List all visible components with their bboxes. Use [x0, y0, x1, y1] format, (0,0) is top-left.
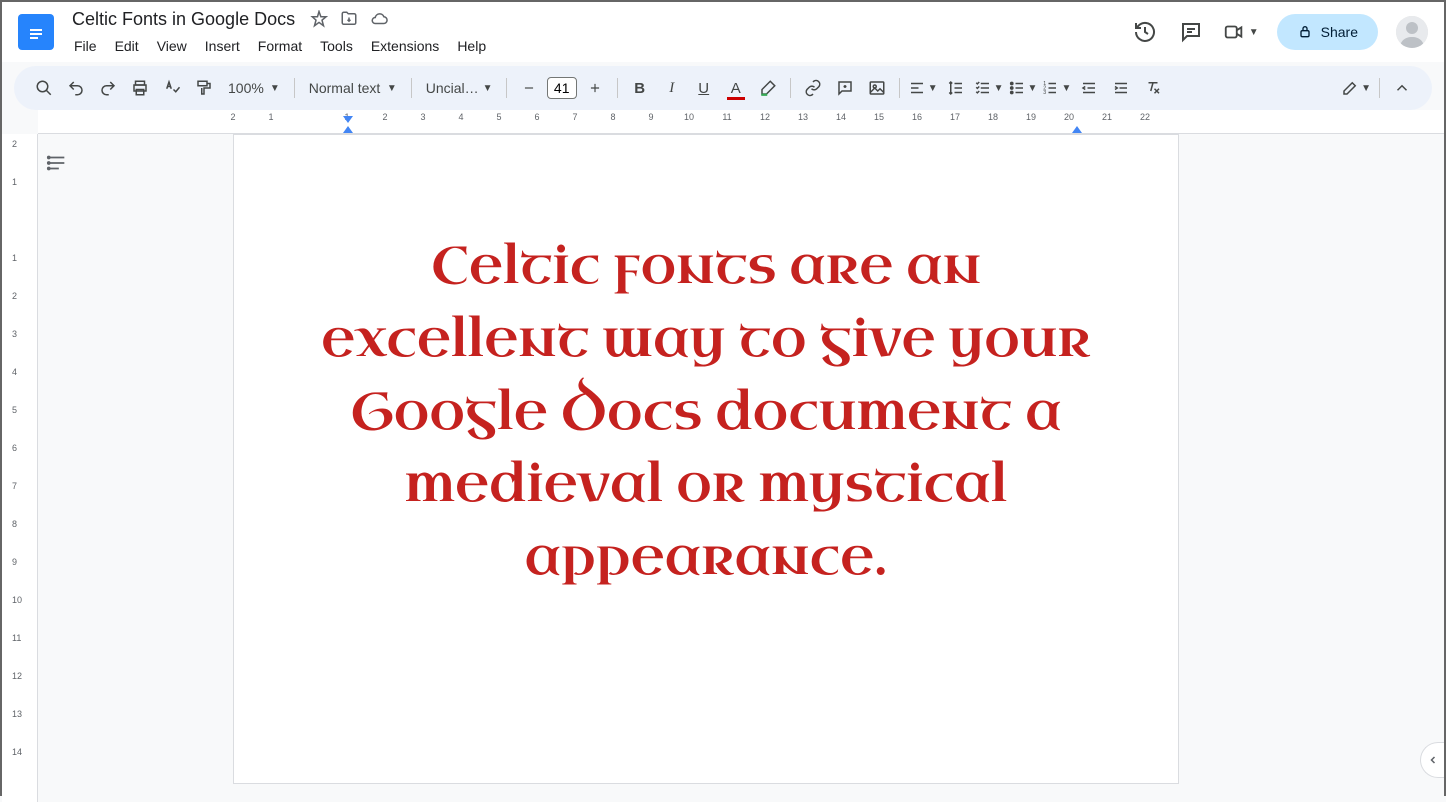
text-color-swatch [727, 97, 745, 100]
zoom-value: 100% [228, 80, 264, 96]
paint-format-icon[interactable] [190, 74, 218, 102]
bold-icon[interactable]: B [626, 74, 654, 102]
title-row: Celtic Fonts in Google Docs [66, 7, 1131, 32]
menu-tools[interactable]: Tools [312, 34, 361, 58]
chevron-down-icon: ▼ [270, 83, 280, 94]
menu-help[interactable]: Help [449, 34, 494, 58]
docs-logo-icon[interactable] [18, 14, 54, 50]
chevron-down-icon: ▼ [1061, 83, 1071, 94]
decrease-font-size-button[interactable] [515, 74, 543, 102]
separator [899, 78, 900, 98]
style-dropdown[interactable]: Normal text ▼ [303, 76, 403, 100]
cloud-status-icon[interactable] [369, 9, 389, 29]
move-icon[interactable] [339, 9, 359, 29]
undo-icon[interactable] [62, 74, 90, 102]
menu-view[interactable]: View [149, 34, 195, 58]
history-icon[interactable] [1131, 18, 1159, 46]
redo-icon[interactable] [94, 74, 122, 102]
bulleted-list-icon[interactable]: ▼ [1008, 74, 1038, 102]
separator [411, 78, 412, 98]
title-area: Celtic Fonts in Google Docs File Edit Vi… [66, 7, 1131, 58]
share-label: Share [1321, 24, 1358, 40]
vertical-ruler[interactable]: 211234567891011121314 [2, 134, 38, 802]
menu-file[interactable]: File [66, 34, 105, 58]
checklist-icon[interactable]: ▼ [974, 74, 1004, 102]
meet-icon[interactable]: ▼ [1223, 18, 1259, 46]
menu-bar: File Edit View Insert Format Tools Exten… [66, 34, 1131, 58]
chevron-down-icon: ▼ [1249, 27, 1259, 38]
highlight-icon[interactable] [754, 74, 782, 102]
font-value: Uncial… [426, 80, 479, 96]
clear-formatting-icon[interactable] [1139, 74, 1167, 102]
svg-text:3: 3 [1044, 90, 1047, 96]
horizontal-ruler[interactable]: 2112345678910111213141516171819202122 [38, 110, 1444, 134]
add-comment-icon[interactable] [831, 74, 859, 102]
comments-icon[interactable] [1177, 18, 1205, 46]
chevron-down-icon: ▼ [928, 83, 938, 94]
menu-extensions[interactable]: Extensions [363, 34, 447, 58]
chevron-down-icon: ▼ [1028, 83, 1038, 94]
zoom-dropdown[interactable]: 100% ▼ [222, 76, 286, 100]
search-icon[interactable] [30, 74, 58, 102]
menu-insert[interactable]: Insert [197, 34, 248, 58]
menu-edit[interactable]: Edit [107, 34, 147, 58]
menu-format[interactable]: Format [250, 34, 310, 58]
collapse-toolbar-icon[interactable] [1388, 74, 1416, 102]
numbered-list-icon[interactable]: 123▼ [1041, 74, 1071, 102]
align-icon[interactable]: ▼ [908, 74, 938, 102]
underline-icon[interactable]: U [690, 74, 718, 102]
titlebar: Celtic Fonts in Google Docs File Edit Vi… [2, 2, 1444, 62]
document-title[interactable]: Celtic Fonts in Google Docs [66, 7, 301, 32]
separator [1379, 78, 1380, 98]
header-right-icons: ▼ Share [1131, 14, 1428, 50]
separator [617, 78, 618, 98]
style-value: Normal text [309, 80, 381, 96]
chevron-down-icon: ▼ [994, 83, 1004, 94]
separator [506, 78, 507, 98]
italic-icon[interactable]: I [658, 74, 686, 102]
spellcheck-icon[interactable] [158, 74, 186, 102]
document-body-text[interactable]: Celtic fonts are an excellent way to giv… [314, 231, 1098, 595]
content-area: 211234567891011121314 Celtic fonts are a… [2, 134, 1444, 802]
text-color-icon[interactable]: A [722, 74, 750, 102]
font-size-input[interactable] [547, 77, 577, 99]
document-page[interactable]: Celtic fonts are an excellent way to giv… [233, 134, 1179, 784]
font-dropdown[interactable]: Uncial… ▼ [420, 76, 498, 100]
increase-indent-icon[interactable] [1107, 74, 1135, 102]
line-spacing-icon[interactable] [942, 74, 970, 102]
insert-image-icon[interactable] [863, 74, 891, 102]
share-button[interactable]: Share [1277, 14, 1378, 50]
link-icon[interactable] [799, 74, 827, 102]
page-area: Celtic fonts are an excellent way to giv… [38, 134, 1444, 802]
separator [294, 78, 295, 98]
toolbar: 100%▼ Normal text▼ Uncial…▼ B I U A ▼ ▼ … [14, 66, 1432, 110]
chevron-down-icon: ▼ [1361, 83, 1371, 94]
chevron-down-icon: ▼ [483, 83, 493, 94]
separator [790, 78, 791, 98]
avatar[interactable] [1396, 16, 1428, 48]
print-icon[interactable] [126, 74, 154, 102]
chevron-down-icon: ▼ [387, 83, 397, 94]
editing-mode-icon[interactable]: ▼ [1341, 74, 1371, 102]
decrease-indent-icon[interactable] [1075, 74, 1103, 102]
star-icon[interactable] [309, 9, 329, 29]
increase-font-size-button[interactable] [581, 74, 609, 102]
